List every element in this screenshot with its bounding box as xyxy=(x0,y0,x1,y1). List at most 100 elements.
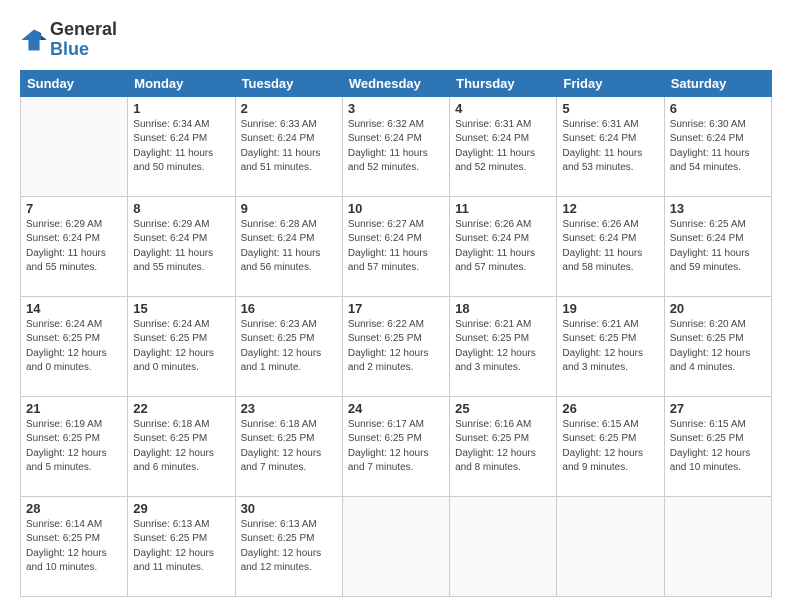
calendar-cell: 7 Sunrise: 6:29 AM Sunset: 6:24 PM Daylig… xyxy=(21,196,128,296)
day-number: 24 xyxy=(348,401,444,416)
day-number: 5 xyxy=(562,101,658,116)
day-of-week-header: Friday xyxy=(557,70,664,96)
calendar-cell xyxy=(450,496,557,596)
calendar-cell: 20 Sunrise: 6:20 AM Sunset: 6:25 PM Dayli… xyxy=(664,296,771,396)
day-info: Sunrise: 6:25 AM Sunset: 6:24 PM Dayligh… xyxy=(670,218,766,276)
calendar-cell: 3 Sunrise: 6:32 AM Sunset: 6:24 PM Daylig… xyxy=(342,96,449,196)
calendar-week-row: 1 Sunrise: 6:34 AM Sunset: 6:24 PM Daylig… xyxy=(21,96,772,196)
day-number: 1 xyxy=(133,101,229,116)
day-number: 30 xyxy=(241,501,337,516)
day-number: 18 xyxy=(455,301,551,316)
calendar-cell: 8 Sunrise: 6:29 AM Sunset: 6:24 PM Daylig… xyxy=(128,196,235,296)
calendar-cell: 1 Sunrise: 6:34 AM Sunset: 6:24 PM Daylig… xyxy=(128,96,235,196)
calendar-cell: 10 Sunrise: 6:27 AM Sunset: 6:24 PM Dayli… xyxy=(342,196,449,296)
day-of-week-header: Saturday xyxy=(664,70,771,96)
day-info: Sunrise: 6:18 AM Sunset: 6:25 PM Dayligh… xyxy=(133,418,229,476)
day-info: Sunrise: 6:24 AM Sunset: 6:25 PM Dayligh… xyxy=(26,318,122,376)
day-of-week-header: Thursday xyxy=(450,70,557,96)
calendar-cell: 19 Sunrise: 6:21 AM Sunset: 6:25 PM Dayli… xyxy=(557,296,664,396)
day-number: 10 xyxy=(348,201,444,216)
calendar-cell: 24 Sunrise: 6:17 AM Sunset: 6:25 PM Dayli… xyxy=(342,396,449,496)
day-info: Sunrise: 6:29 AM Sunset: 6:24 PM Dayligh… xyxy=(26,218,122,276)
calendar-cell xyxy=(557,496,664,596)
calendar-week-row: 21Sunrise: 6:19 AM Sunset: 6:25 PM Dayli… xyxy=(21,396,772,496)
day-info: Sunrise: 6:23 AM Sunset: 6:25 PM Dayligh… xyxy=(241,318,337,376)
calendar-cell: 4Sunrise: 6:31 AM Sunset: 6:24 PM Daylig… xyxy=(450,96,557,196)
day-info: Sunrise: 6:22 AM Sunset: 6:25 PM Dayligh… xyxy=(348,318,444,376)
day-info: Sunrise: 6:30 AM Sunset: 6:24 PM Dayligh… xyxy=(670,118,766,176)
day-of-week-header: Monday xyxy=(128,70,235,96)
day-info: Sunrise: 6:15 AM Sunset: 6:25 PM Dayligh… xyxy=(562,418,658,476)
calendar-cell xyxy=(664,496,771,596)
calendar-cell: 11 Sunrise: 6:26 AM Sunset: 6:24 PM Dayli… xyxy=(450,196,557,296)
calendar-cell: 14 Sunrise: 6:24 AM Sunset: 6:25 PM Dayli… xyxy=(21,296,128,396)
calendar-cell: 26 Sunrise: 6:15 AM Sunset: 6:25 PM Dayli… xyxy=(557,396,664,496)
day-info: Sunrise: 6:27 AM Sunset: 6:24 PM Dayligh… xyxy=(348,218,444,276)
day-info: Sunrise: 6:13 AM Sunset: 6:25 PM Dayligh… xyxy=(241,518,337,576)
day-number: 20 xyxy=(670,301,766,316)
day-info: Sunrise: 6:31 AM Sunset: 6:24 PM Dayligh… xyxy=(562,118,658,176)
calendar-cell: 15 Sunrise: 6:24 AM Sunset: 6:25 PM Dayli… xyxy=(128,296,235,396)
calendar-cell: 5 Sunrise: 6:31 AM Sunset: 6:24 PM Daylig… xyxy=(557,96,664,196)
day-number: 8 xyxy=(133,201,229,216)
day-number: 15 xyxy=(133,301,229,316)
day-number: 25 xyxy=(455,401,551,416)
logo: General Blue xyxy=(20,20,117,60)
day-info: Sunrise: 6:20 AM Sunset: 6:25 PM Dayligh… xyxy=(670,318,766,376)
day-info: Sunrise: 6:16 AM Sunset: 6:25 PM Dayligh… xyxy=(455,418,551,476)
calendar-cell: 18Sunrise: 6:21 AM Sunset: 6:25 PM Dayli… xyxy=(450,296,557,396)
logo-text: General Blue xyxy=(50,20,117,60)
calendar-cell xyxy=(21,96,128,196)
calendar-cell: 12 Sunrise: 6:26 AM Sunset: 6:24 PM Dayli… xyxy=(557,196,664,296)
day-number: 3 xyxy=(348,101,444,116)
day-number: 7 xyxy=(26,201,122,216)
calendar-cell: 22 Sunrise: 6:18 AM Sunset: 6:25 PM Dayli… xyxy=(128,396,235,496)
day-number: 14 xyxy=(26,301,122,316)
day-number: 28 xyxy=(26,501,122,516)
day-number: 13 xyxy=(670,201,766,216)
day-info: Sunrise: 6:29 AM Sunset: 6:24 PM Dayligh… xyxy=(133,218,229,276)
calendar-week-row: 28 Sunrise: 6:14 AM Sunset: 6:25 PM Dayli… xyxy=(21,496,772,596)
day-info: Sunrise: 6:28 AM Sunset: 6:24 PM Dayligh… xyxy=(241,218,337,276)
calendar-cell: 2 Sunrise: 6:33 AM Sunset: 6:24 PM Daylig… xyxy=(235,96,342,196)
calendar-cell: 13 Sunrise: 6:25 AM Sunset: 6:24 PM Dayli… xyxy=(664,196,771,296)
calendar-cell: 25 Sunrise: 6:16 AM Sunset: 6:25 PM Dayli… xyxy=(450,396,557,496)
calendar-cell: 29 Sunrise: 6:13 AM Sunset: 6:25 PM Dayli… xyxy=(128,496,235,596)
day-info: Sunrise: 6:17 AM Sunset: 6:25 PM Dayligh… xyxy=(348,418,444,476)
day-number: 29 xyxy=(133,501,229,516)
day-info: Sunrise: 6:34 AM Sunset: 6:24 PM Dayligh… xyxy=(133,118,229,176)
day-number: 27 xyxy=(670,401,766,416)
calendar-cell: 23Sunrise: 6:18 AM Sunset: 6:25 PM Dayli… xyxy=(235,396,342,496)
day-number: 6 xyxy=(670,101,766,116)
day-of-week-header: Tuesday xyxy=(235,70,342,96)
day-of-week-header: Sunday xyxy=(21,70,128,96)
day-number: 12 xyxy=(562,201,658,216)
day-number: 21 xyxy=(26,401,122,416)
day-info: Sunrise: 6:33 AM Sunset: 6:24 PM Dayligh… xyxy=(241,118,337,176)
day-info: Sunrise: 6:14 AM Sunset: 6:25 PM Dayligh… xyxy=(26,518,122,576)
day-info: Sunrise: 6:21 AM Sunset: 6:25 PM Dayligh… xyxy=(562,318,658,376)
day-number: 2 xyxy=(241,101,337,116)
calendar-cell: 28 Sunrise: 6:14 AM Sunset: 6:25 PM Dayli… xyxy=(21,496,128,596)
calendar-week-row: 7 Sunrise: 6:29 AM Sunset: 6:24 PM Daylig… xyxy=(21,196,772,296)
day-info: Sunrise: 6:32 AM Sunset: 6:24 PM Dayligh… xyxy=(348,118,444,176)
calendar-cell: 30 Sunrise: 6:13 AM Sunset: 6:25 PM Dayli… xyxy=(235,496,342,596)
calendar-week-row: 14 Sunrise: 6:24 AM Sunset: 6:25 PM Dayli… xyxy=(21,296,772,396)
day-info: Sunrise: 6:13 AM Sunset: 6:25 PM Dayligh… xyxy=(133,518,229,576)
day-info: Sunrise: 6:26 AM Sunset: 6:24 PM Dayligh… xyxy=(455,218,551,276)
day-info: Sunrise: 6:18 AM Sunset: 6:25 PM Dayligh… xyxy=(241,418,337,476)
day-number: 22 xyxy=(133,401,229,416)
day-number: 9 xyxy=(241,201,337,216)
day-info: Sunrise: 6:24 AM Sunset: 6:25 PM Dayligh… xyxy=(133,318,229,376)
calendar-cell: 6 Sunrise: 6:30 AM Sunset: 6:24 PM Daylig… xyxy=(664,96,771,196)
calendar-cell: 27 Sunrise: 6:15 AM Sunset: 6:25 PM Dayli… xyxy=(664,396,771,496)
day-info: Sunrise: 6:31 AM Sunset: 6:24 PM Dayligh… xyxy=(455,118,551,176)
day-number: 17 xyxy=(348,301,444,316)
day-number: 19 xyxy=(562,301,658,316)
day-number: 26 xyxy=(562,401,658,416)
day-info: Sunrise: 6:15 AM Sunset: 6:25 PM Dayligh… xyxy=(670,418,766,476)
day-number: 11 xyxy=(455,201,551,216)
day-info: Sunrise: 6:26 AM Sunset: 6:24 PM Dayligh… xyxy=(562,218,658,276)
calendar-header-row: SundayMondayTuesdayWednesdayThursdayFrid… xyxy=(21,70,772,96)
logo-icon xyxy=(20,26,48,54)
